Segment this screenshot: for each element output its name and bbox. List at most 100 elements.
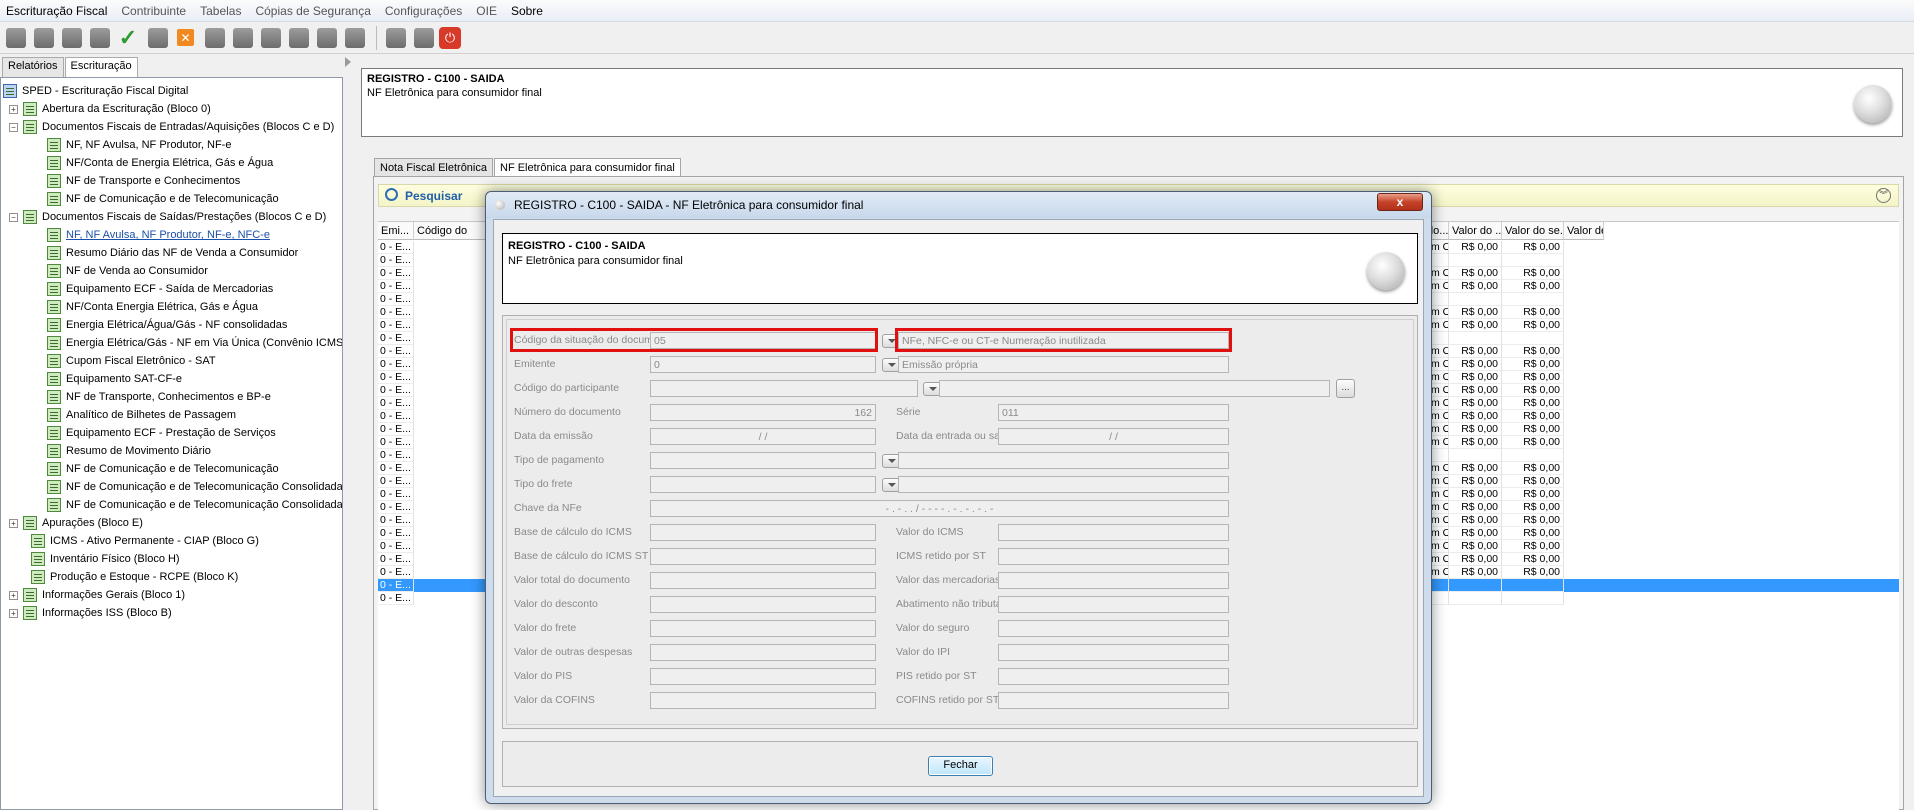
table-cell[interactable]: 0 - E... bbox=[378, 579, 414, 592]
table-cell[interactable]: R$ 0,00 bbox=[1449, 540, 1502, 553]
table-cell[interactable]: 0 - E... bbox=[378, 449, 414, 462]
table-cell[interactable]: R$ 0,00 bbox=[1449, 358, 1502, 371]
table-cell[interactable]: 0 - E... bbox=[378, 553, 414, 566]
data-emissao-input[interactable]: / / bbox=[650, 428, 876, 445]
table-cell[interactable]: 0 - E... bbox=[378, 293, 414, 306]
valor-total-input[interactable] bbox=[650, 572, 876, 589]
expand-icon[interactable]: + bbox=[9, 104, 18, 114]
column-header[interactable]: Emi... bbox=[378, 222, 414, 240]
valor-seguro-input[interactable] bbox=[998, 620, 1229, 637]
panel-splitter[interactable] bbox=[343, 57, 353, 810]
table-cell[interactable]: 0 - E... bbox=[378, 267, 414, 280]
tab-nota-fiscal-eletronica[interactable]: Nota Fiscal Eletrônica bbox=[374, 158, 493, 177]
table-cell[interactable] bbox=[1502, 579, 1564, 592]
tree-item[interactable]: Energia Elétrica/Gás - NF em Via Única (… bbox=[47, 334, 342, 352]
globe-icon[interactable] bbox=[289, 27, 309, 48]
table-cell[interactable]: R$ 0,00 bbox=[1502, 384, 1564, 397]
tree-item[interactable]: NF de Comunicação e de Telecomunicação bbox=[47, 190, 279, 208]
tree-item[interactable]: ICMS - Ativo Permanente - CIAP (Bloco G) bbox=[31, 532, 259, 550]
expand-icon[interactable]: + bbox=[9, 608, 18, 618]
participante-input[interactable] bbox=[650, 380, 918, 397]
table-cell[interactable]: 0 - E... bbox=[378, 436, 414, 449]
tab-relatorios[interactable]: Relatórios bbox=[2, 57, 64, 77]
pis-st-input[interactable] bbox=[998, 668, 1229, 685]
table-cell[interactable]: 0 - E... bbox=[378, 254, 414, 267]
table-cell[interactable]: R$ 0,00 bbox=[1502, 423, 1564, 436]
expand-icon[interactable]: + bbox=[9, 518, 18, 528]
table-cell[interactable]: R$ 0,00 bbox=[1502, 553, 1564, 566]
table-cell[interactable]: R$ 0,00 bbox=[1449, 384, 1502, 397]
report-settings-icon[interactable] bbox=[233, 27, 253, 48]
table-cell[interactable]: 0 - E... bbox=[378, 540, 414, 553]
valor-mercadorias-input[interactable] bbox=[998, 572, 1229, 589]
tree-item[interactable]: Equipamento SAT-CF-e bbox=[47, 370, 182, 388]
send-icon[interactable] bbox=[317, 27, 337, 48]
table-cell[interactable]: R$ 0,00 bbox=[1449, 566, 1502, 579]
table-cell[interactable]: 0 - E... bbox=[378, 345, 414, 358]
table-cell[interactable] bbox=[1449, 332, 1502, 345]
valor-cofins-input[interactable] bbox=[650, 692, 876, 709]
participante-lookup-button[interactable]: ... bbox=[1336, 379, 1355, 398]
table-cell[interactable]: 0 - E... bbox=[378, 514, 414, 527]
table-cell[interactable] bbox=[1502, 254, 1564, 267]
table-cell[interactable]: R$ 0,00 bbox=[1449, 514, 1502, 527]
search-label[interactable]: Pesquisar bbox=[405, 189, 462, 203]
edit-icon[interactable] bbox=[6, 27, 26, 48]
tree-item[interactable]: − Documentos Fiscais de Entradas/Aquisiçõ… bbox=[9, 118, 334, 136]
report-icon[interactable] bbox=[205, 27, 225, 48]
table-cell[interactable]: R$ 0,00 bbox=[1449, 306, 1502, 319]
table-cell[interactable] bbox=[1502, 449, 1564, 462]
table-cell[interactable]: R$ 0,00 bbox=[1449, 397, 1502, 410]
valor-ipi-input[interactable] bbox=[998, 644, 1229, 661]
valor-icms-input[interactable] bbox=[998, 524, 1229, 541]
valor-desconto-input[interactable] bbox=[650, 596, 876, 613]
tipo-frete-input[interactable] bbox=[650, 476, 876, 493]
tab-nf-consumidor-final[interactable]: NF Eletrônica para consumidor final bbox=[494, 158, 681, 177]
tree-item[interactable]: SPED - Escrituração Fiscal Digital bbox=[3, 82, 188, 100]
menu-oie[interactable]: OIE bbox=[476, 4, 497, 18]
table-cell[interactable]: 0 - E... bbox=[378, 462, 414, 475]
menu-sobre[interactable]: Sobre bbox=[511, 4, 543, 18]
table-cell[interactable]: R$ 0,00 bbox=[1502, 358, 1564, 371]
folder-icon[interactable] bbox=[90, 27, 110, 48]
table-cell[interactable]: R$ 0,00 bbox=[1502, 540, 1564, 553]
abatimento-input[interactable] bbox=[998, 596, 1229, 613]
tree-item[interactable]: NF/Conta de Energia Elétrica, Gás e Água bbox=[47, 154, 273, 172]
table-cell[interactable]: R$ 0,00 bbox=[1449, 527, 1502, 540]
check-icon[interactable]: ✓ bbox=[115, 25, 141, 51]
fechar-button[interactable]: Fechar bbox=[928, 756, 993, 776]
table-cell[interactable]: 0 - E... bbox=[378, 488, 414, 501]
table-cell[interactable] bbox=[1449, 579, 1502, 592]
cofins-st-input[interactable] bbox=[998, 692, 1229, 709]
table-cell[interactable]: R$ 0,00 bbox=[1449, 501, 1502, 514]
table-cell[interactable]: R$ 0,00 bbox=[1449, 410, 1502, 423]
dialog-titlebar[interactable]: REGISTRO - C100 - SAIDA - NF Eletrônica … bbox=[486, 192, 1431, 218]
menu-copias-seguranca[interactable]: Cópias de Segurança bbox=[255, 4, 370, 18]
exit-icon[interactable]: ⏻ bbox=[439, 26, 461, 49]
tree-item[interactable]: NF de Venda ao Consumidor bbox=[47, 262, 208, 280]
tree-item[interactable]: Equipamento ECF - Saída de Mercadorias bbox=[47, 280, 273, 298]
tree-item[interactable]: NF de Comunicação e de Telecomunicação C… bbox=[47, 496, 342, 514]
table-cell[interactable] bbox=[1449, 293, 1502, 306]
table-cell[interactable]: 0 - E... bbox=[378, 592, 414, 605]
tree-item[interactable]: Resumo Diário das NF de Venda a Consumid… bbox=[47, 244, 298, 262]
tree-item[interactable]: Equipamento ECF - Prestação de Serviços bbox=[47, 424, 276, 442]
table-cell[interactable]: R$ 0,00 bbox=[1449, 436, 1502, 449]
table-cell[interactable]: R$ 0,00 bbox=[1502, 410, 1564, 423]
table-cell[interactable]: R$ 0,00 bbox=[1449, 475, 1502, 488]
outras-despesas-input[interactable] bbox=[650, 644, 876, 661]
table-cell[interactable]: R$ 0,00 bbox=[1502, 241, 1564, 254]
cancel-icon[interactable]: ✕ bbox=[177, 29, 194, 46]
menu-configuracoes[interactable]: Configurações bbox=[385, 4, 462, 18]
menu-tabelas[interactable]: Tabelas bbox=[200, 4, 241, 18]
table-cell[interactable]: R$ 0,00 bbox=[1449, 371, 1502, 384]
table-cell[interactable]: 0 - E... bbox=[378, 241, 414, 254]
tree-item[interactable]: Energia Elétrica/Água/Gás - NF consolida… bbox=[47, 316, 287, 334]
table-cell[interactable]: R$ 0,00 bbox=[1449, 280, 1502, 293]
tree-item[interactable]: NF, NF Avulsa, NF Produtor, NF-e bbox=[47, 136, 231, 154]
tree-item[interactable]: NF de Comunicação e de Telecomunicação C… bbox=[47, 478, 342, 496]
table-cell[interactable]: R$ 0,00 bbox=[1502, 267, 1564, 280]
table-cell[interactable]: R$ 0,00 bbox=[1502, 475, 1564, 488]
table-cell[interactable] bbox=[1449, 254, 1502, 267]
table-cell[interactable]: R$ 0,00 bbox=[1449, 488, 1502, 501]
